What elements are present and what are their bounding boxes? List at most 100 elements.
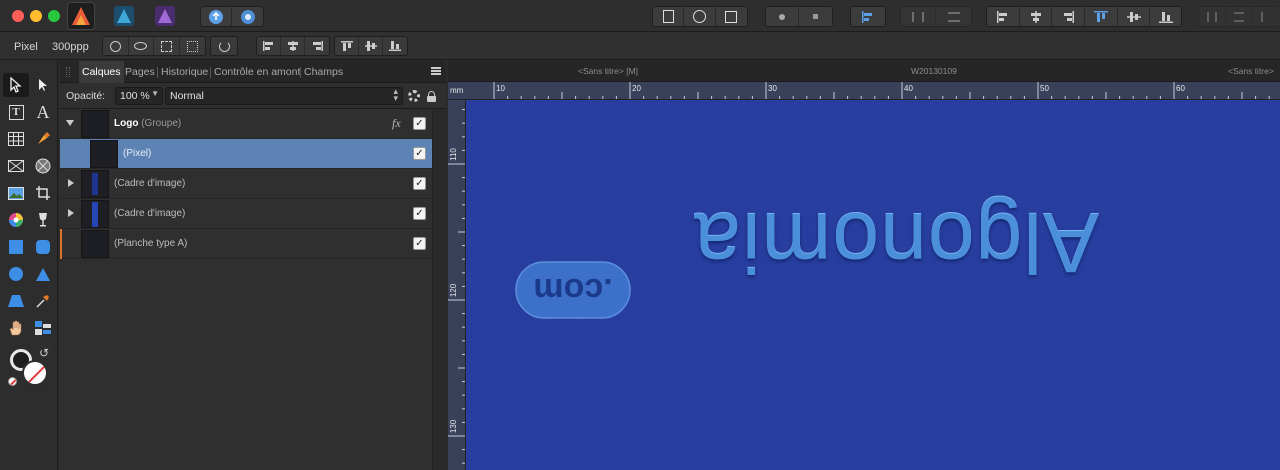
picture-frame-tool[interactable] — [3, 154, 29, 178]
fx-icon[interactable]: fx — [392, 116, 401, 131]
move-tool[interactable] — [3, 73, 29, 97]
ctx-align-top-button[interactable] — [335, 37, 359, 55]
gear-icon[interactable] — [408, 90, 420, 102]
layers-scrollbar[interactable] — [432, 109, 446, 470]
align-top-button[interactable] — [1085, 7, 1118, 26]
transparency-tool[interactable] — [30, 208, 56, 232]
document-tab[interactable]: <Sans titre> — [1228, 66, 1274, 76]
align-bottom-button[interactable] — [1150, 7, 1181, 26]
layer-row-logo[interactable]: Logo (Groupe) fx ✓ — [60, 109, 432, 139]
align-right-icon — [313, 41, 323, 51]
space-h-button[interactable] — [1199, 7, 1226, 26]
view-tool[interactable] — [3, 316, 29, 340]
unit-dropdown[interactable]: Pixel — [14, 41, 38, 53]
document-tab[interactable]: <Sans titre> [M] — [578, 66, 638, 76]
minimize-window-button[interactable] — [30, 10, 42, 22]
layer-row-pixel[interactable]: (Pixel) ✓ — [60, 139, 432, 169]
tab-controle-en-amont[interactable]: Contrôle en amont — [214, 66, 300, 78]
artistic-text-icon: A — [36, 101, 50, 122]
visibility-checkbox[interactable]: ✓ — [413, 177, 426, 190]
align-left-button[interactable] — [987, 7, 1020, 26]
disclosure-open-icon[interactable] — [66, 120, 74, 126]
align-middle-button[interactable] — [1118, 7, 1151, 26]
ctx-align-bottom-button[interactable] — [383, 37, 407, 55]
trapezoid-icon — [8, 295, 24, 307]
layer-row-master-page[interactable]: (Planche type A) ✓ — [60, 229, 432, 259]
horizontal-ruler[interactable]: mm 10 20 30 40 50 60 — [448, 82, 1280, 100]
align-left-main-button[interactable] — [851, 7, 885, 26]
visibility-checkbox[interactable]: ✓ — [413, 117, 426, 130]
blend-mode-select[interactable]: Normal ▴ ▾ — [165, 87, 403, 105]
view-button[interactable] — [129, 37, 154, 55]
ellipse-frame-tool[interactable] — [30, 154, 56, 178]
document-tab[interactable]: W20130109 — [911, 66, 957, 76]
artistic-text-tool[interactable]: A — [30, 100, 56, 124]
distribute-v-icon — [947, 11, 960, 22]
preflight-button[interactable] — [684, 7, 716, 26]
publisher-persona-icon[interactable] — [151, 2, 179, 30]
space-v-button[interactable] — [1226, 7, 1253, 26]
designer-persona-icon[interactable] — [110, 2, 138, 30]
frame-text-tool[interactable]: T — [3, 100, 29, 124]
distribute-v-button[interactable] — [936, 7, 971, 26]
rotate-button[interactable] — [211, 37, 237, 55]
swap-colors-icon[interactable]: ↺ — [39, 346, 49, 360]
drag-handle-icon[interactable] — [66, 67, 70, 77]
ctx-align-middle-button[interactable] — [359, 37, 383, 55]
ctx-align-center-button[interactable] — [281, 37, 305, 55]
fill-tool[interactable] — [3, 208, 29, 232]
disclosure-closed-icon[interactable] — [68, 209, 74, 217]
share-button[interactable] — [232, 7, 263, 26]
tab-calques[interactable]: Calques — [79, 61, 124, 83]
snapping-button[interactable] — [766, 7, 800, 26]
crop-tool[interactable] — [30, 181, 56, 205]
align-center-button[interactable] — [1020, 7, 1053, 26]
resolution-dropdown[interactable]: 300ppp — [52, 41, 89, 53]
clip-button[interactable] — [716, 7, 747, 26]
rectangle-tool[interactable] — [3, 235, 29, 259]
fill-color-swatch[interactable] — [22, 360, 48, 386]
distribute-h-button[interactable] — [901, 7, 937, 26]
ctx-align-right-button[interactable] — [305, 37, 329, 55]
pen-tool[interactable] — [30, 127, 56, 151]
visibility-checkbox[interactable]: ✓ — [413, 237, 426, 250]
opacity-field[interactable]: 100 % ▼ — [115, 87, 163, 105]
tab-historique[interactable]: Historique — [161, 66, 208, 78]
trapezoid-tool[interactable] — [3, 289, 29, 313]
vertical-ruler[interactable]: 110 120 130 — [448, 100, 466, 470]
table-tool[interactable] — [3, 127, 29, 151]
layer-row-image-frame[interactable]: (Cadre d'image) ✓ — [60, 199, 432, 229]
crosshair-button[interactable] — [103, 37, 129, 55]
ctx-align-left-button[interactable] — [257, 37, 281, 55]
rounded-rectangle-tool[interactable] — [30, 235, 56, 259]
color-picker-tool[interactable] — [30, 289, 56, 313]
document-canvas[interactable]: Algonomia .com — [466, 100, 1280, 470]
ruler-label: 60 — [1176, 84, 1185, 93]
tab-champs[interactable]: Champs — [304, 66, 343, 78]
panel-menu-icon[interactable] — [431, 67, 441, 75]
layer-row-image-frame[interactable]: (Cadre d'image) ✓ — [60, 169, 432, 199]
default-colors-icon[interactable] — [8, 377, 17, 386]
space-more-button[interactable] — [1253, 7, 1279, 26]
tab-pages[interactable]: Pages — [125, 66, 155, 78]
node-tool[interactable] — [30, 73, 56, 97]
transform-button[interactable] — [154, 37, 180, 55]
place-image-tool[interactable] — [3, 181, 29, 205]
disclosure-closed-icon[interactable] — [68, 179, 74, 187]
document-setup-button[interactable] — [653, 7, 685, 26]
ellipse-tool[interactable] — [3, 262, 29, 286]
visibility-checkbox[interactable]: ✓ — [413, 147, 426, 160]
logo-text[interactable]: Algonomia — [646, 197, 1146, 291]
style-picker-tool[interactable] — [30, 316, 56, 340]
snapping-options-button[interactable] — [799, 7, 832, 26]
align-right-button[interactable] — [1052, 7, 1086, 26]
lock-icon[interactable] — [427, 91, 436, 102]
triangle-tool[interactable] — [30, 262, 56, 286]
export-persona-button[interactable] — [201, 7, 233, 26]
visibility-checkbox[interactable]: ✓ — [413, 207, 426, 220]
close-window-button[interactable] — [12, 10, 24, 22]
bounding-box-button[interactable] — [180, 37, 205, 55]
logo-badge-text[interactable]: .com — [516, 262, 630, 318]
zoom-window-button[interactable] — [48, 10, 60, 22]
photo-persona-icon[interactable] — [67, 2, 95, 30]
